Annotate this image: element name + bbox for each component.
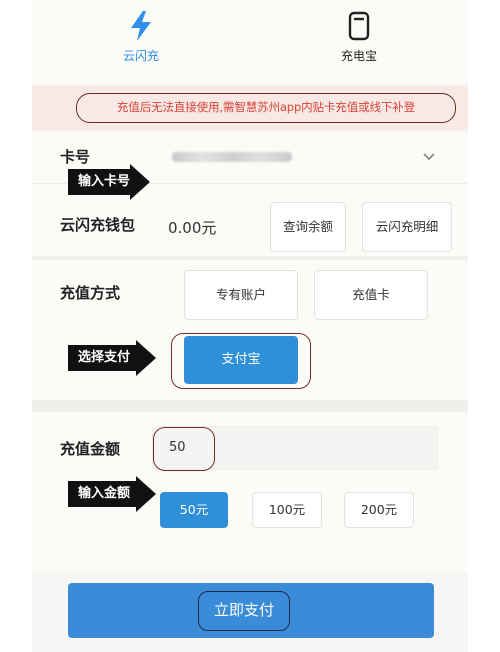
wallet-balance: 0.00元 <box>168 219 217 237</box>
pay-now-button[interactable]: 立即支付 <box>68 583 434 638</box>
payment-method-section: 充值方式 专有账户 充值卡 支付宝 <box>32 260 468 400</box>
section-divider <box>32 400 468 412</box>
tab-label: 云闪充 <box>122 49 159 63</box>
method-alipay-button[interactable]: 支付宝 <box>184 336 298 384</box>
callout-text: 选择支付 <box>78 350 131 365</box>
pay-now-label: 立即支付 <box>198 591 290 631</box>
callout-text: 输入卡号 <box>78 174 131 189</box>
tab-label: 充电宝 <box>340 49 377 63</box>
notice-banner: 充值后无法直接使用,需智慧苏州app内贴卡充值或线下补登 <box>32 86 468 130</box>
wallet-detail-button[interactable]: 云闪充明细 <box>362 202 452 252</box>
callout-select-payment: 选择支付 <box>68 340 156 376</box>
lightning-icon <box>131 11 151 41</box>
query-balance-button[interactable]: 查询余额 <box>270 202 346 252</box>
card-number-value-blurred <box>172 152 292 162</box>
payment-method-label: 充值方式 <box>60 284 121 302</box>
amount-label: 充值金额 <box>60 440 121 458</box>
right-margin <box>468 0 500 652</box>
amount-input[interactable]: 50 <box>152 426 438 470</box>
preset-50-button[interactable]: 50元 <box>160 492 228 528</box>
preset-200-button[interactable]: 200元 <box>344 492 414 528</box>
callout-enter-amount: 输入金额 <box>68 476 156 512</box>
wallet-label: 云闪充钱包 <box>60 216 136 234</box>
power-bank-icon <box>348 11 370 41</box>
left-margin <box>0 0 32 652</box>
tab-bar: 云闪充 充电宝 <box>32 0 468 84</box>
method-recharge-card-button[interactable]: 充值卡 <box>314 270 428 320</box>
chevron-down-icon[interactable] <box>422 150 436 164</box>
amount-input-value: 50 <box>169 440 186 455</box>
tab-yunshanchong[interactable]: 云闪充 <box>32 0 250 84</box>
callout-text: 输入金额 <box>78 486 131 501</box>
notice-text: 充值后无法直接使用,需智慧苏州app内贴卡充值或线下补登 <box>76 93 456 123</box>
tab-power-bank[interactable]: 充电宝 <box>250 0 468 84</box>
callout-enter-card: 输入卡号 <box>68 164 150 200</box>
preset-100-button[interactable]: 100元 <box>252 492 322 528</box>
page: 云闪充 充电宝 充值后无法直接使用,需智慧苏州app内贴卡充值或线下补登 卡号 … <box>0 0 500 652</box>
method-exclusive-account-button[interactable]: 专有账户 <box>184 270 298 320</box>
